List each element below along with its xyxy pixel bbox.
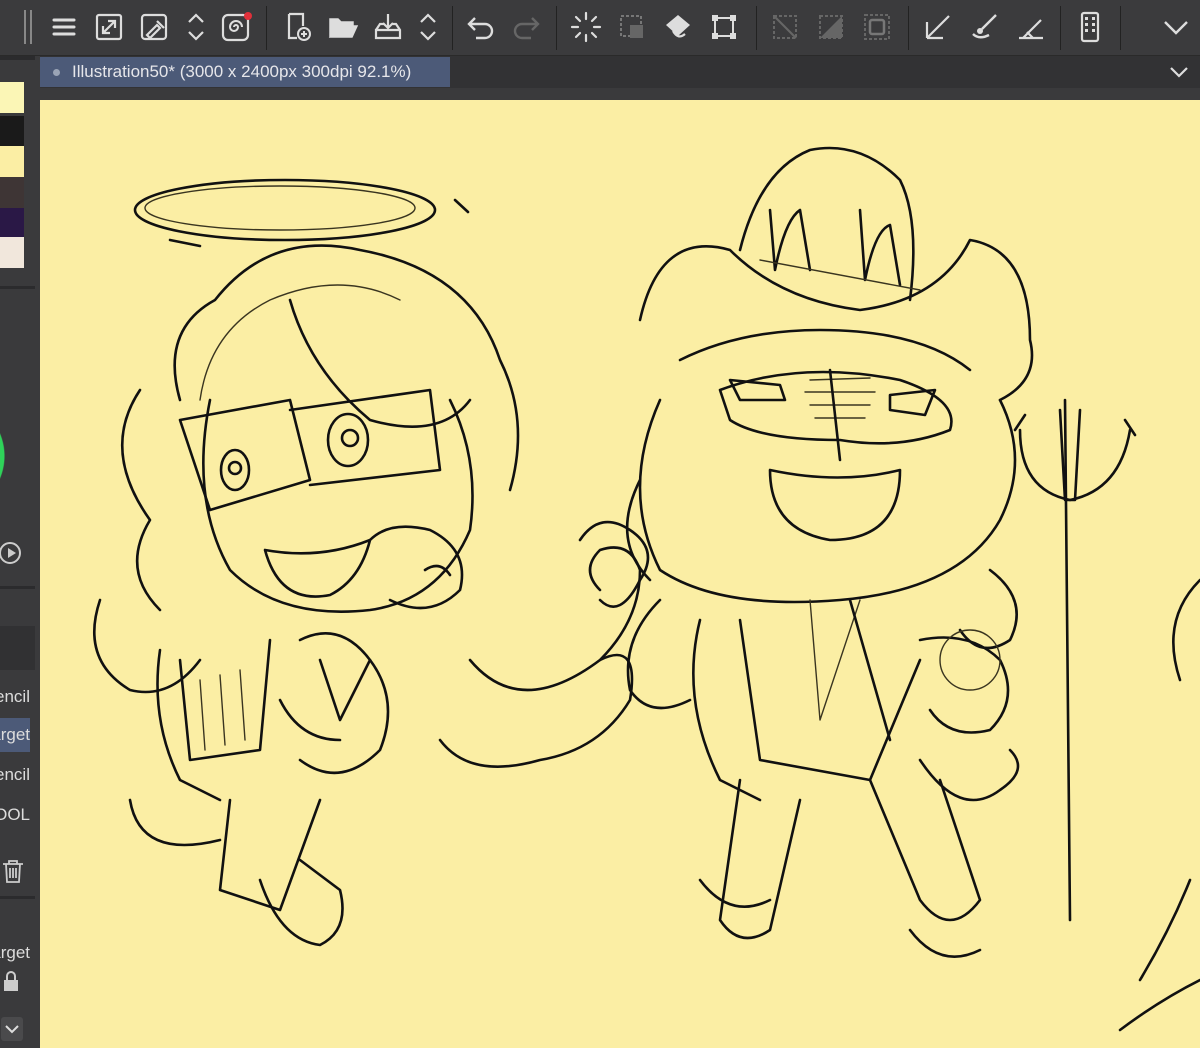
- undo-icon[interactable]: [461, 7, 501, 47]
- document-tab-bar: Illustration50* (3000 x 2400px 300dpi 92…: [40, 56, 1200, 88]
- sub-tool-label[interactable]: Target: [0, 936, 30, 970]
- color-swatch[interactable]: [0, 237, 24, 268]
- document-tab[interactable]: Illustration50* (3000 x 2400px 300dpi 92…: [40, 57, 450, 87]
- drawing-canvas[interactable]: [40, 100, 1200, 1048]
- tool-label-pencil[interactable]: Pencil: [0, 758, 30, 792]
- unsaved-dot-icon: [53, 68, 60, 76]
- color-swatch[interactable]: [0, 146, 24, 177]
- toolbar-grip-icon[interactable]: [22, 8, 34, 46]
- brush-stroke-icon[interactable]: [964, 7, 1004, 47]
- spinner-icon[interactable]: [566, 7, 606, 47]
- transform-icon[interactable]: [704, 7, 744, 47]
- new-file-icon[interactable]: [278, 7, 318, 47]
- color-swatch[interactable]: [0, 177, 24, 208]
- tool-label-target[interactable]: Target: [0, 718, 30, 752]
- pen-ruler-icon[interactable]: [1010, 7, 1050, 47]
- eyedropper-icon[interactable]: [134, 7, 174, 47]
- color-swatch[interactable]: [0, 82, 24, 113]
- up-down-arrows-icon[interactable]: [176, 7, 216, 47]
- color-swatch[interactable]: [0, 208, 24, 239]
- top-toolbar: [0, 0, 1200, 56]
- sketch-artwork: [92, 146, 1200, 1032]
- lock-icon[interactable]: [0, 968, 26, 994]
- tool-label-pencil[interactable]: Pencil: [0, 680, 30, 714]
- document-tab-title: Illustration50* (3000 x 2400px 300dpi 92…: [72, 62, 412, 81]
- open-folder-icon[interactable]: [323, 7, 363, 47]
- fill-icon[interactable]: [658, 7, 698, 47]
- resize-canvas-icon[interactable]: [89, 7, 129, 47]
- save-download-icon[interactable]: [368, 7, 408, 47]
- device-icon[interactable]: [1070, 7, 1110, 47]
- play-icon[interactable]: [0, 540, 26, 566]
- redo-icon[interactable]: [506, 7, 546, 47]
- canvas-margin: [40, 88, 1200, 100]
- color-swatch[interactable]: [0, 116, 24, 147]
- tool-label-tool[interactable]: TOOL: [0, 798, 30, 832]
- up-down-arrows-icon[interactable]: [408, 7, 448, 47]
- chevron-down-icon[interactable]: [1156, 7, 1196, 47]
- tab-menu-chevron-icon[interactable]: [1166, 59, 1192, 85]
- deselect-icon[interactable]: [765, 7, 805, 47]
- selection-border-icon[interactable]: [857, 7, 897, 47]
- trash-icon[interactable]: [0, 858, 26, 884]
- selection-icon[interactable]: [612, 7, 652, 47]
- collapse-chevron-icon[interactable]: [0, 1016, 26, 1042]
- menu-icon[interactable]: [44, 7, 84, 47]
- left-panel: Pencil Target Pencil TOOL Target: [0, 56, 40, 1048]
- invert-selection-icon[interactable]: [811, 7, 851, 47]
- spiral-icon[interactable]: [216, 7, 256, 47]
- color-wheel[interactable]: [0, 396, 6, 516]
- ruler-icon[interactable]: [918, 7, 958, 47]
